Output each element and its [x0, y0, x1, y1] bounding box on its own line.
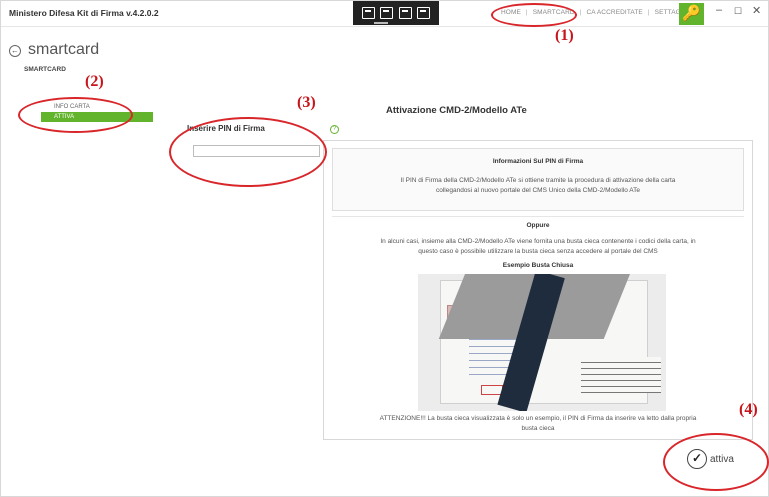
divider — [332, 216, 744, 217]
annotation-label-4: (4) — [739, 401, 758, 418]
example-heading: Esempio Busta Chiusa — [502, 262, 574, 269]
app-title: Ministero Difesa Kit di Firma v.4.2.0.2 — [9, 8, 159, 18]
document-in-icon[interactable] — [362, 7, 376, 19]
annotation-label-2: (2) — [85, 73, 104, 90]
info-heading: Informazioni Sul PIN di Firma — [492, 158, 584, 165]
or-heading: Oppure — [526, 222, 550, 229]
annotation-ring-3 — [169, 117, 327, 187]
nav-separator: | — [579, 9, 582, 16]
annotation-ring-4 — [663, 433, 769, 491]
key-icon[interactable]: 🔑 — [679, 3, 704, 25]
envelope-address — [581, 357, 661, 393]
warning-text-line: busta cieca — [521, 425, 555, 432]
app-window: Ministero Difesa Kit di Firma v.4.2.0.2 … — [0, 0, 769, 497]
maximize-button[interactable]: ☐ — [734, 6, 742, 17]
page-subtitle: SMARTCARD — [24, 66, 66, 73]
nav-ca-accreditate[interactable]: CA ACCREDITATE — [586, 9, 642, 16]
nav-separator: | — [647, 9, 650, 16]
annotation-ring-1 — [491, 3, 577, 27]
warning-text-line: ATTENZIONE!!! La busta cieca visualizzat… — [379, 415, 697, 422]
back-arrow-icon[interactable]: ← — [9, 45, 21, 57]
minimize-button[interactable]: – — [716, 4, 722, 16]
info-text-line: In alcuni casi, insieme alla CMD-2/Model… — [380, 238, 696, 245]
envelope-example-image — [418, 274, 666, 411]
info-box: Informazioni Sul PIN di Firma Il PIN di … — [332, 148, 744, 211]
sign-document-icon[interactable] — [380, 7, 394, 19]
annotation-label-3: (3) — [297, 94, 316, 111]
help-icon[interactable]: ? — [330, 125, 339, 134]
toolbar-active-indicator — [374, 22, 388, 24]
section-title: Attivazione CMD-2/Modello ATe — [386, 105, 527, 116]
annotation-ring-2 — [18, 97, 133, 133]
page-title: smartcard — [28, 41, 100, 58]
info-text-line: Il PIN di Firma della CMD-2/Modello ATe … — [400, 177, 676, 184]
info-panel: Informazioni Sul PIN di Firma Il PIN di … — [323, 140, 753, 440]
annotation-label-1: (1) — [555, 27, 574, 44]
info-text-line: collegandosi al nuovo portale del CMS Un… — [435, 187, 640, 194]
timestamp-icon[interactable] — [416, 7, 430, 19]
info-text-line: questo caso è possibile utilizzare la bu… — [418, 248, 658, 255]
verify-document-icon[interactable] — [398, 7, 412, 19]
title-bar: Ministero Difesa Kit di Firma v.4.2.0.2 … — [1, 1, 768, 27]
close-button[interactable]: ✕ — [752, 4, 761, 17]
toolbar-icons — [353, 1, 439, 25]
